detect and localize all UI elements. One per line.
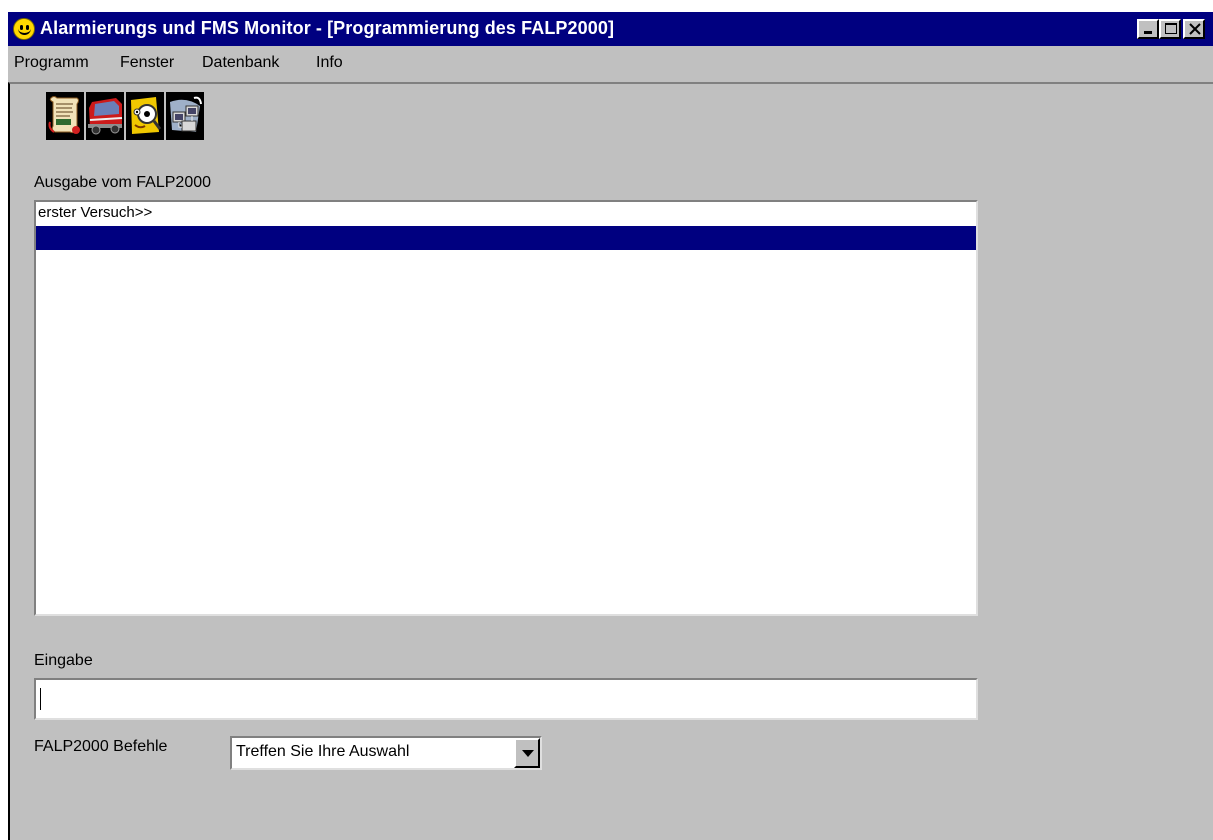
list-item-selected[interactable] bbox=[36, 226, 976, 250]
menu-fenster[interactable]: Fenster bbox=[120, 54, 174, 72]
commands-dropdown[interactable]: Treffen Sie Ihre Auswahl bbox=[230, 736, 542, 770]
output-listbox[interactable]: erster Versuch>> bbox=[34, 200, 978, 616]
toolbar bbox=[46, 92, 206, 140]
input-field[interactable] bbox=[34, 678, 978, 720]
minimize-button[interactable] bbox=[1137, 19, 1159, 39]
list-item[interactable]: erster Versuch>> bbox=[36, 202, 976, 226]
app-window: Alarmierungs und FMS Monitor - [Programm… bbox=[8, 12, 1213, 840]
magnifier-face-icon[interactable] bbox=[126, 92, 164, 140]
smiley-icon[interactable] bbox=[13, 18, 35, 40]
text-caret bbox=[40, 688, 41, 710]
menu-programm[interactable]: Programm bbox=[14, 54, 89, 72]
commands-label: FALP2000 Befehle bbox=[34, 738, 168, 755]
window-title: Alarmierungs und FMS Monitor - [Programm… bbox=[40, 18, 615, 38]
menu-info[interactable]: Info bbox=[316, 54, 343, 72]
chevron-down-icon bbox=[522, 750, 534, 757]
input-label: Eingabe bbox=[34, 652, 93, 669]
output-label: Ausgabe vom FALP2000 bbox=[34, 174, 212, 191]
dropdown-button[interactable] bbox=[514, 738, 540, 768]
menu-datenbank[interactable]: Datenbank bbox=[202, 54, 279, 72]
maximize-icon bbox=[1165, 23, 1177, 34]
menu-bar: Programm Fenster Datenbank Info bbox=[8, 48, 1213, 78]
close-button[interactable] bbox=[1183, 19, 1205, 39]
minimize-icon bbox=[1144, 31, 1152, 34]
title-bar[interactable]: Alarmierungs und FMS Monitor - [Programm… bbox=[8, 12, 1213, 46]
maximize-button[interactable] bbox=[1159, 19, 1181, 39]
mdi-child-window: Ausgabe vom FALP2000 erster Versuch>> Ei… bbox=[8, 82, 1213, 840]
commands-selected-value: Treffen Sie Ihre Auswahl bbox=[236, 743, 410, 760]
document-scroll-icon[interactable] bbox=[46, 92, 84, 140]
close-icon bbox=[1189, 23, 1201, 35]
network-computer-icon[interactable] bbox=[166, 92, 204, 140]
fire-truck-icon[interactable] bbox=[86, 92, 124, 140]
